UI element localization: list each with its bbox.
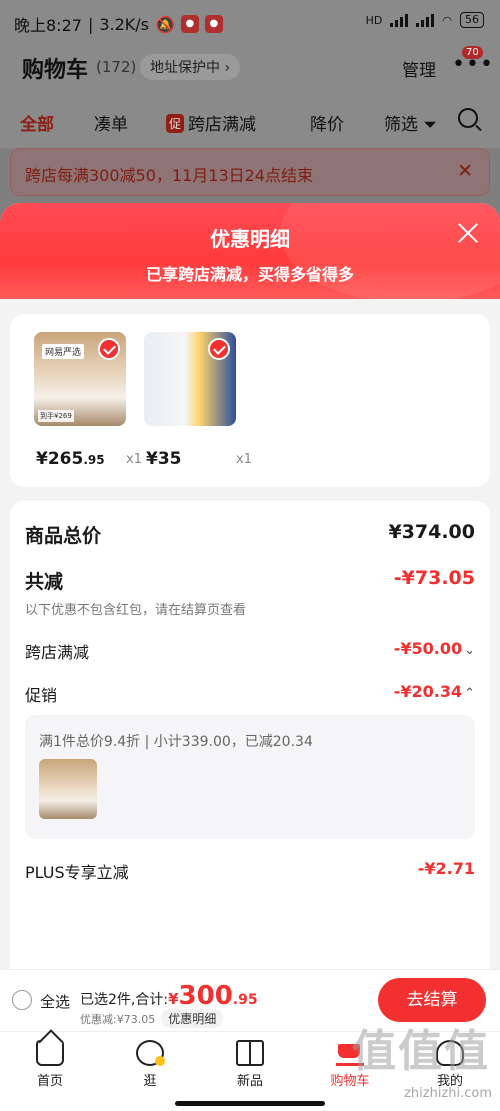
discount-value: -¥73.05 bbox=[393, 567, 475, 589]
tab-new[interactable]: 新品 bbox=[210, 1040, 290, 1089]
search-icon[interactable] bbox=[458, 108, 478, 128]
app-notification-icon: ● bbox=[204, 15, 223, 33]
chevron-up-icon: ⌃ bbox=[464, 686, 475, 701]
wifi-icon: ◠ bbox=[442, 13, 452, 27]
cart-header: 购物车 (172) 地址保护中 › 管理 ••• 70 bbox=[0, 42, 500, 92]
select-all-label[interactable]: 全选 bbox=[40, 991, 70, 1012]
tab-all[interactable]: 全部 bbox=[20, 110, 54, 135]
selected-products-card: 网易严选 到手¥269 ¥265.95 x1 ¥35 x1 bbox=[10, 314, 490, 487]
plus-value: -¥2.71 bbox=[417, 859, 475, 878]
tab-discover[interactable]: 逛 bbox=[110, 1040, 190, 1089]
chevron-down-icon: ⌄ bbox=[464, 643, 475, 658]
tab-home[interactable]: 首页 bbox=[10, 1040, 90, 1089]
total-value: ¥374.00 bbox=[388, 521, 475, 543]
checked-icon bbox=[208, 338, 230, 360]
tab-price-drop[interactable]: 降价 bbox=[310, 110, 344, 135]
address-protect-button[interactable]: 地址保护中 › bbox=[140, 54, 241, 80]
promo-detail-text: 满1件总价9.4折 | 小计339.00，已减20.34 bbox=[39, 734, 313, 750]
app-notification-icon: ● bbox=[180, 15, 199, 33]
promo-notice-text: 跨店每满300减50，11月13日24点结束 bbox=[25, 166, 313, 185]
product-item[interactable]: ¥35 x1 bbox=[144, 332, 264, 469]
discount-summary: 优惠减:¥73.05 优惠明细 bbox=[80, 1009, 224, 1028]
product-image-quilt: 网易严选 到手¥269 bbox=[34, 332, 126, 426]
home-indicator bbox=[175, 1101, 325, 1106]
discover-icon bbox=[136, 1040, 165, 1066]
cross-store-label: 跨店满减 bbox=[25, 643, 90, 662]
tab-combine[interactable]: 凑单 bbox=[94, 110, 128, 135]
watermark-logo: 值值值 bbox=[352, 1026, 490, 1077]
page-title: 购物车 bbox=[22, 58, 89, 83]
status-time: 晚上8:27 bbox=[14, 16, 82, 35]
discount-note: 以下优惠不包含红包，请在结算页查看 bbox=[25, 603, 247, 618]
signal-icon bbox=[390, 13, 409, 27]
tab-filter[interactable]: 筛选 ⏷ bbox=[384, 110, 437, 135]
selected-summary: 已选2件,合计:¥300.95 bbox=[80, 981, 258, 1011]
promo-product-thumb bbox=[39, 759, 97, 819]
product-qty: x1 bbox=[236, 452, 252, 467]
product-price: ¥265.95 bbox=[36, 449, 105, 469]
plus-label: PLUS专享立减 bbox=[25, 863, 129, 882]
close-notice-icon[interactable]: ✕ bbox=[457, 160, 473, 182]
close-icon[interactable] bbox=[456, 221, 480, 245]
cart-count: (172) bbox=[96, 58, 137, 76]
total-label: 商品总价 bbox=[25, 525, 102, 547]
discount-detail-button[interactable]: 优惠明细 bbox=[161, 1009, 224, 1028]
checked-icon bbox=[98, 338, 120, 360]
total-price: ¥300.95 bbox=[168, 981, 258, 1011]
tab-cross-store[interactable]: 促跨店满减 bbox=[166, 110, 256, 135]
battery-icon: 56 bbox=[460, 12, 484, 28]
select-all-radio[interactable] bbox=[12, 990, 32, 1010]
status-bar: 晚上8:27 | 3.2K/s 🔕 ● ● HD ◠ 56 bbox=[0, 0, 500, 42]
message-badge: 70 bbox=[462, 46, 483, 59]
mute-icon: 🔕 bbox=[155, 14, 175, 34]
sheet-subtitle: 已享跨店满减，买得多省得多 bbox=[145, 265, 354, 284]
sheet-header: 优惠明细 已享跨店满减，买得多省得多 bbox=[0, 203, 500, 303]
promo-label: 促销 bbox=[25, 686, 58, 705]
cross-store-value: -¥50.00 ⌄ bbox=[393, 639, 475, 658]
watermark-text: zhizhizhi.com bbox=[404, 1086, 492, 1101]
product-qty: x1 bbox=[126, 452, 142, 467]
promo-notice: 跨店每满300减50，11月13日24点结束 ✕ bbox=[10, 148, 490, 196]
network-type: HD bbox=[365, 13, 383, 27]
new-products-icon bbox=[236, 1040, 264, 1066]
promo-icon: 促 bbox=[166, 114, 185, 133]
product-price: ¥35 bbox=[146, 449, 182, 469]
filter-icon: ⏷ bbox=[423, 115, 438, 135]
product-item[interactable]: 网易严选 到手¥269 ¥265.95 x1 bbox=[34, 332, 154, 469]
filter-tabs: 全部 凑单 促跨店满减 降价 筛选 ⏷ bbox=[0, 92, 500, 148]
home-icon bbox=[36, 1040, 64, 1066]
discount-label: 共减 bbox=[25, 571, 64, 593]
manage-button[interactable]: 管理 bbox=[402, 56, 436, 81]
signal-icon bbox=[416, 13, 435, 27]
promo-value: -¥20.34 ⌃ bbox=[393, 682, 475, 701]
network-speed: 3.2K/s bbox=[99, 14, 149, 34]
product-image-gloves bbox=[144, 332, 236, 426]
promo-detail-box: 满1件总价9.4折 | 小计339.00，已减20.34 bbox=[25, 715, 475, 839]
sheet-title: 优惠明细 bbox=[210, 227, 290, 251]
